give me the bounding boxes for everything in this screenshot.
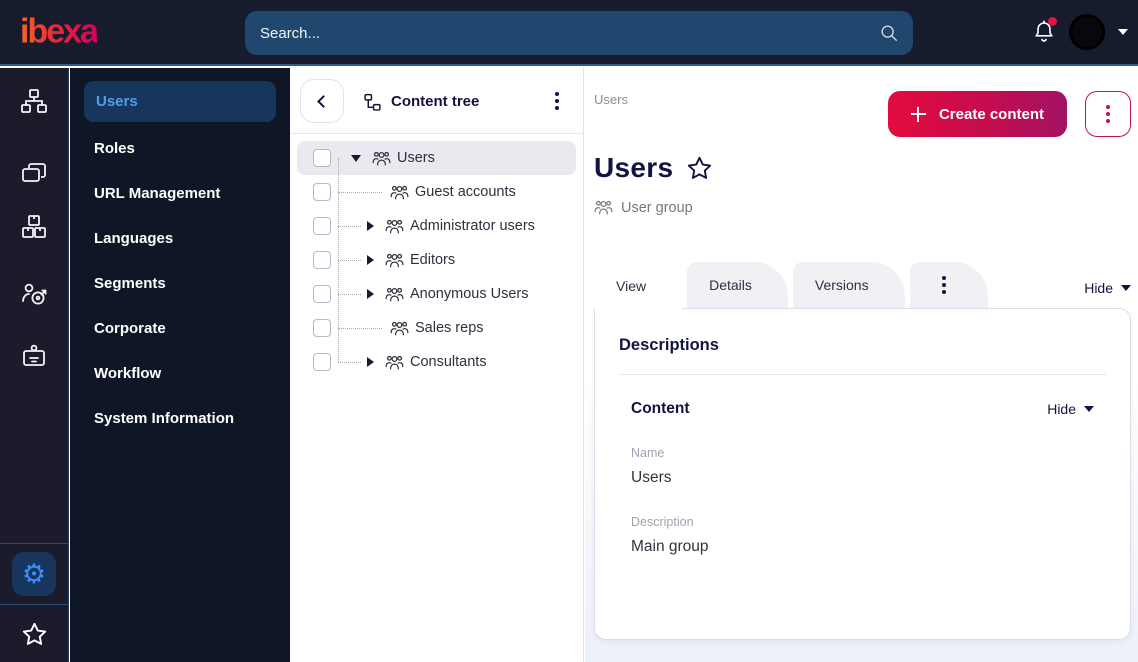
user-group-icon <box>390 321 409 335</box>
main-nav-rail: ⚙ <box>0 68 69 662</box>
expand-collapse-icon[interactable] <box>367 255 374 265</box>
content-actions-kebab-button[interactable] <box>1085 91 1131 137</box>
user-avatar[interactable] <box>1069 14 1105 50</box>
tree-checkbox[interactable] <box>313 149 331 167</box>
tree-item-label[interactable]: Editors <box>410 252 455 268</box>
content-sitemap-icon[interactable] <box>19 88 49 115</box>
collapse-tree-button[interactable] <box>300 79 344 123</box>
user-group-icon <box>372 151 391 165</box>
breadcrumb[interactable]: Users <box>594 92 628 107</box>
pages-cards-icon[interactable] <box>19 160 49 188</box>
view-tab-panel: Descriptions Content Hide Name Users Des… <box>594 308 1131 640</box>
search-icon <box>881 25 897 41</box>
field-value: Users <box>631 469 672 486</box>
caret-down-icon <box>1121 285 1131 291</box>
field-name: Name Users <box>619 446 1106 487</box>
descriptions-section-title: Descriptions <box>619 336 719 354</box>
product-boxes-icon[interactable] <box>19 213 49 241</box>
create-content-button[interactable]: Create content <box>887 91 1067 137</box>
tab-view[interactable]: View <box>594 262 683 309</box>
tab-details[interactable]: Details <box>687 262 788 308</box>
section-divider <box>619 374 1106 375</box>
user-group-icon <box>385 253 404 267</box>
tab-versions[interactable]: Versions <box>792 262 905 308</box>
page-title: Users <box>594 152 674 183</box>
content-type-label: User group <box>621 199 693 216</box>
field-description: Description Main group <box>619 515 1106 556</box>
expand-collapse-icon[interactable] <box>367 221 374 231</box>
tree-item-label[interactable]: Consultants <box>410 354 487 370</box>
tree-checkbox[interactable] <box>313 217 331 235</box>
content-tree-icon <box>364 93 381 111</box>
ibexa-logo[interactable]: ibexa <box>20 13 99 52</box>
favorite-star-icon[interactable] <box>686 155 713 182</box>
tree-connector-line <box>338 158 339 362</box>
search-input[interactable] <box>245 24 879 42</box>
chevron-left-icon <box>317 94 330 108</box>
id-badge-icon[interactable] <box>19 342 49 370</box>
content-group-title: Content <box>631 400 690 417</box>
content-tree-title: Content tree <box>391 92 480 110</box>
content-tree-panel: Content tree Users Guest accounts Admini… <box>290 68 584 662</box>
tree-checkbox[interactable] <box>313 285 331 303</box>
tab-more-kebab-icon[interactable] <box>909 262 988 308</box>
tree-item-label[interactable]: Guest accounts <box>415 184 516 200</box>
user-group-icon <box>385 287 404 301</box>
content-tree-list: Users Guest accounts Administrator users… <box>290 134 583 386</box>
main-content: Users Create content Users User group Vi… <box>585 68 1138 662</box>
field-label: Description <box>631 515 694 529</box>
user-group-icon <box>385 355 404 369</box>
tree-item-label[interactable]: Sales reps <box>415 320 484 336</box>
tree-options-kebab-icon[interactable] <box>549 86 565 116</box>
bookmark-star-icon[interactable] <box>21 621 48 648</box>
plus-icon <box>910 106 926 122</box>
rail-divider <box>0 543 68 544</box>
caret-down-icon <box>1084 406 1094 412</box>
sidebar-item-roles[interactable]: Roles <box>70 126 290 171</box>
sidebar-item-languages[interactable]: Languages <box>70 216 290 261</box>
tree-checkbox[interactable] <box>313 251 331 269</box>
global-search[interactable] <box>245 11 913 55</box>
rail-divider <box>0 604 68 605</box>
sidebar-item-url-management[interactable]: URL Management <box>70 171 290 216</box>
tree-item-label[interactable]: Administrator users <box>410 218 535 234</box>
sidebar-item-corporate[interactable]: Corporate <box>70 306 290 351</box>
settings-gear-icon[interactable]: ⚙ <box>12 552 56 596</box>
top-bar: ibexa <box>0 0 1138 66</box>
sidebar-item-users[interactable]: Users <box>84 81 276 122</box>
user-group-icon <box>385 219 404 233</box>
sidebar-item-system-information[interactable]: System Information <box>70 396 290 441</box>
content-tabs: View Details Versions Hide <box>594 262 1131 309</box>
field-value: Main group <box>631 538 709 555</box>
hide-content-toggle[interactable]: Hide <box>1047 401 1094 417</box>
sidebar-item-workflow[interactable]: Workflow <box>70 351 290 396</box>
admin-sidebar: Users Roles URL Management Languages Seg… <box>70 68 290 662</box>
hide-all-toggle[interactable]: Hide <box>1084 280 1131 296</box>
tree-item-label[interactable]: Users <box>397 150 435 166</box>
kebab-icon <box>1100 99 1116 129</box>
tree-checkbox[interactable] <box>313 319 331 337</box>
expand-collapse-icon[interactable] <box>367 289 374 299</box>
unread-notification-dot <box>1048 17 1057 26</box>
field-label: Name <box>631 446 665 460</box>
tree-item-label[interactable]: Anonymous Users <box>410 286 528 302</box>
user-group-icon <box>594 200 613 215</box>
user-menu-caret-icon[interactable] <box>1118 29 1128 35</box>
expand-collapse-icon[interactable] <box>351 154 361 162</box>
tree-checkbox[interactable] <box>313 183 331 201</box>
notifications-bell-icon[interactable] <box>1032 17 1057 45</box>
sidebar-item-segments[interactable]: Segments <box>70 261 290 306</box>
expand-collapse-icon[interactable] <box>367 357 374 367</box>
user-group-icon <box>390 185 409 199</box>
tree-checkbox[interactable] <box>313 353 331 371</box>
personalization-target-icon[interactable] <box>19 280 49 308</box>
